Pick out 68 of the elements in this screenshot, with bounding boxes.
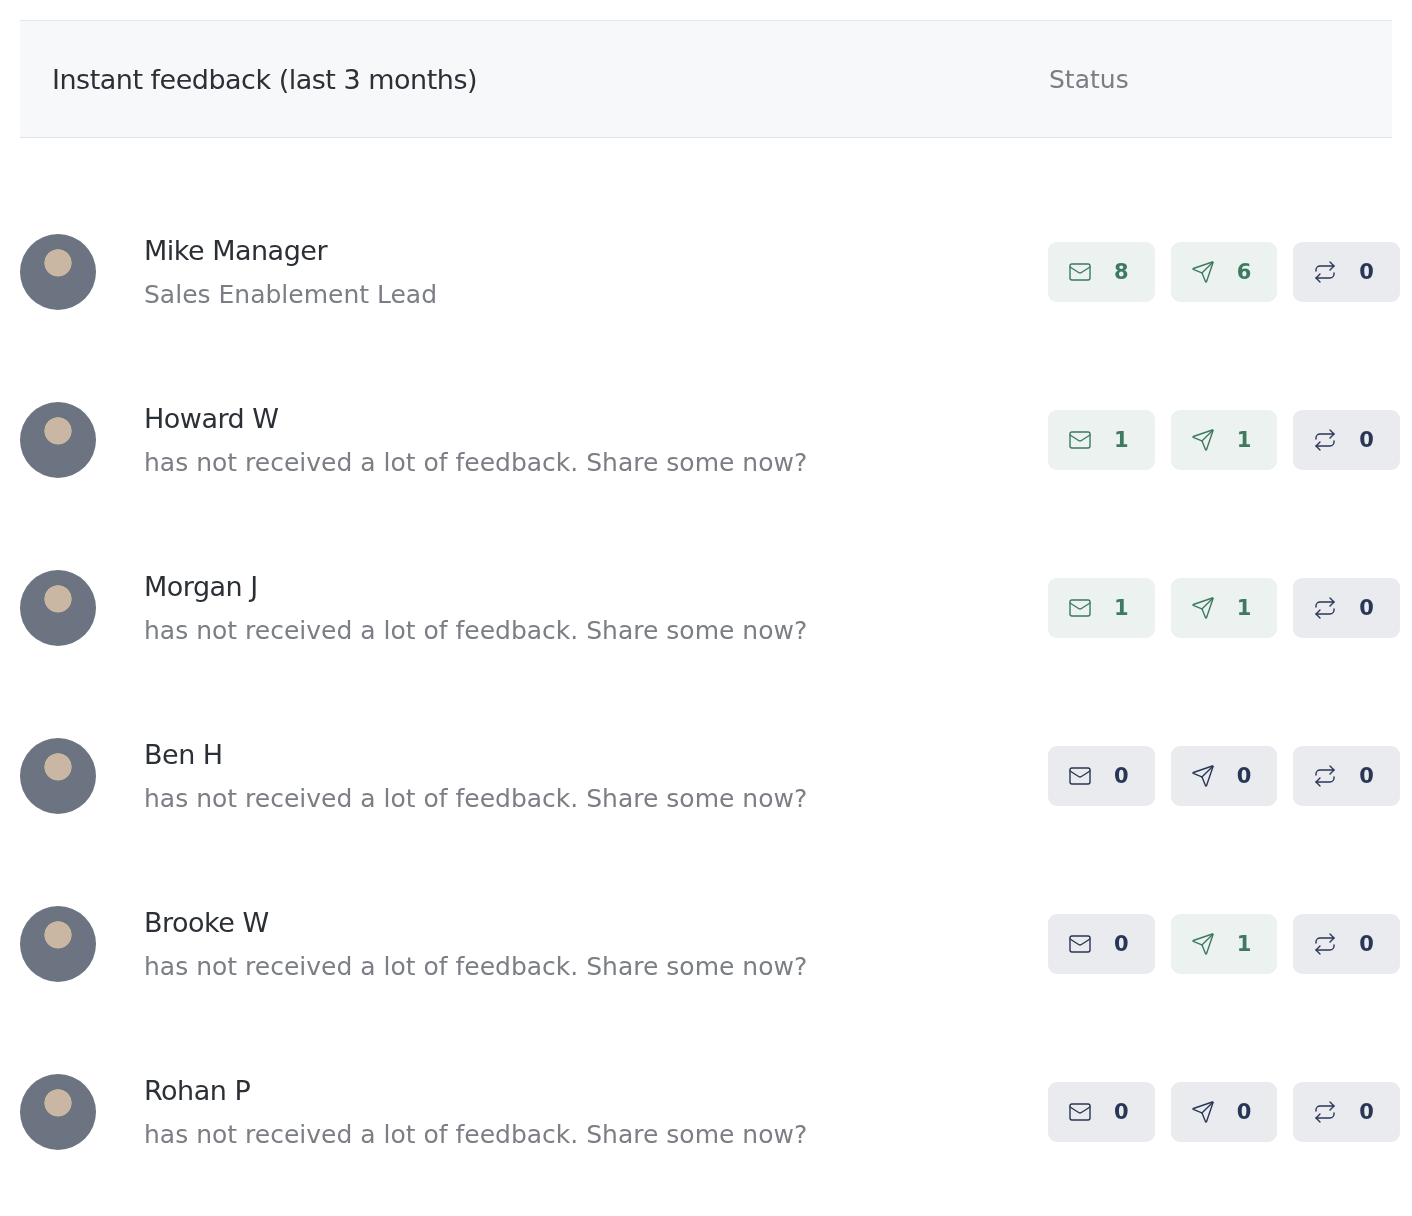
feedback-count-badge[interactable]: 0 — [1293, 578, 1400, 638]
feedback-count-badge[interactable]: 0 — [1293, 746, 1400, 806]
section-title: Instant feedback (last 3 months) — [51, 63, 478, 95]
repeat-icon — [1313, 932, 1338, 956]
count: 0 — [1359, 1100, 1374, 1124]
count: 1 — [1114, 428, 1129, 452]
paper-plane-icon — [1190, 932, 1215, 956]
mail-icon — [1068, 596, 1092, 620]
count: 1 — [1236, 428, 1252, 452]
feedback-count-badge[interactable]: 6 — [1170, 242, 1278, 302]
mail-icon — [1068, 260, 1092, 284]
person-name: Mike Manager — [144, 235, 329, 266]
feedback-count-badge[interactable]: 8 — [1048, 242, 1155, 302]
paper-plane-icon — [1190, 1100, 1215, 1124]
repeat-icon — [1313, 764, 1338, 788]
person-name: Morgan J — [144, 571, 259, 602]
person-subtitle: has not received a lot of feedback. Share some now? — [144, 616, 809, 645]
count: 0 — [1236, 764, 1252, 788]
feedback-count-badge[interactable]: 0 — [1048, 1082, 1155, 1142]
person-name: Brooke W — [144, 907, 270, 938]
count: 0 — [1359, 260, 1374, 284]
count: 0 — [1359, 764, 1374, 788]
feedback-count-badge[interactable]: 1 — [1048, 410, 1155, 470]
count: 0 — [1114, 764, 1129, 788]
feedback-count-badge[interactable]: 0 — [1293, 1082, 1400, 1142]
feedback-count-badge[interactable]: 0 — [1048, 914, 1155, 974]
feedback-count-badge[interactable]: 0 — [1293, 914, 1400, 974]
feedback-count-badge[interactable]: 1 — [1048, 578, 1155, 638]
count: 0 — [1114, 932, 1129, 956]
count: 1 — [1236, 932, 1252, 956]
person-subtitle: has not received a lot of feedback. Share some now? — [144, 448, 809, 477]
feedback-count-badge[interactable]: 0 — [1293, 410, 1400, 470]
feedback-count-badge[interactable]: 1 — [1170, 578, 1278, 638]
count: 0 — [1359, 428, 1374, 452]
count: 6 — [1236, 260, 1252, 284]
paper-plane-icon — [1190, 764, 1215, 788]
count: 8 — [1114, 260, 1129, 284]
person-name: Rohan P — [144, 1075, 252, 1106]
count: 1 — [1236, 596, 1252, 620]
person-subtitle: Sales Enablement Lead — [144, 280, 439, 309]
count: 0 — [1359, 596, 1374, 620]
mail-icon — [1068, 428, 1092, 452]
feedback-count-badge[interactable]: 0 — [1048, 746, 1155, 806]
person-subtitle: has not received a lot of feedback. Share some now? — [144, 952, 809, 981]
person-subtitle: has not received a lot of feedback. Share some now? — [144, 784, 809, 813]
person-name: Howard W — [144, 403, 280, 434]
repeat-icon — [1313, 428, 1338, 452]
count: 0 — [1236, 1100, 1252, 1124]
count: 1 — [1114, 596, 1129, 620]
repeat-icon — [1313, 260, 1338, 284]
person-name: Ben H — [144, 739, 224, 770]
count: 0 — [1114, 1100, 1129, 1124]
repeat-icon — [1313, 596, 1338, 620]
status-column-label: Status — [1049, 64, 1130, 94]
repeat-icon — [1313, 1100, 1338, 1124]
feedback-count-badge[interactable]: 0 — [1293, 242, 1400, 302]
paper-plane-icon — [1190, 260, 1215, 284]
paper-plane-icon — [1190, 596, 1215, 620]
mail-icon — [1068, 932, 1092, 956]
mail-icon — [1068, 764, 1092, 788]
feedback-count-badge[interactable]: 0 — [1170, 746, 1278, 806]
count: 0 — [1359, 932, 1374, 956]
feedback-count-badge[interactable]: 0 — [1170, 1082, 1278, 1142]
paper-plane-icon — [1190, 428, 1215, 452]
feedback-count-badge[interactable]: 1 — [1170, 410, 1278, 470]
person-subtitle: has not received a lot of feedback. Share some now? — [144, 1120, 809, 1149]
mail-icon — [1068, 1100, 1092, 1124]
feedback-count-badge[interactable]: 1 — [1170, 914, 1278, 974]
